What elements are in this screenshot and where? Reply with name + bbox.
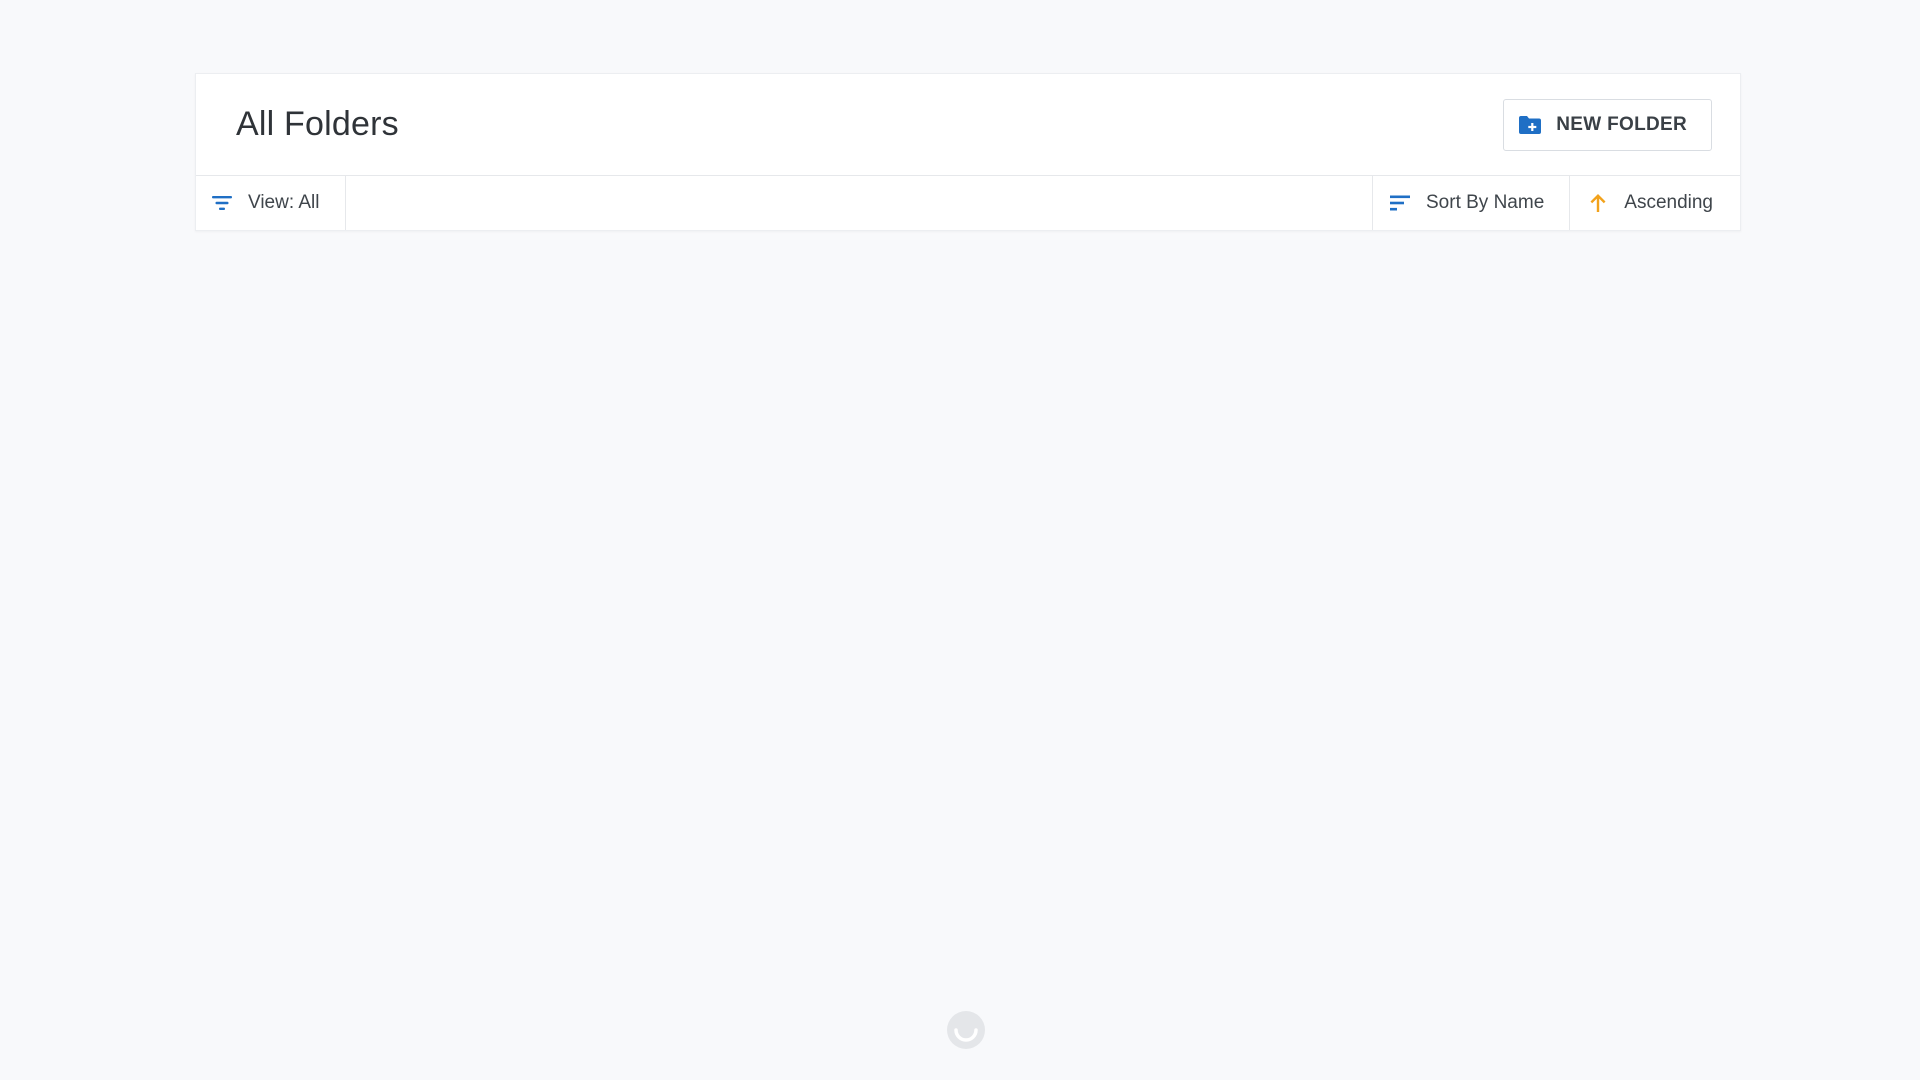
sort-direction-button[interactable]: Ascending (1570, 176, 1740, 230)
filter-icon (211, 193, 233, 213)
panel-header: All Folders NEW FOLDER (196, 74, 1740, 176)
page: All Folders NEW FOLDER View: All Sort By… (0, 0, 1920, 1080)
new-folder-button[interactable]: NEW FOLDER (1503, 98, 1712, 151)
sort-by-button[interactable]: Sort By Name (1372, 176, 1571, 230)
new-folder-label: NEW FOLDER (1556, 113, 1687, 135)
toolbar: View: All Sort By Name Ascending (196, 176, 1740, 230)
loading-spinner-icon (947, 1011, 985, 1049)
sort-direction-label: Ascending (1624, 192, 1713, 213)
page-title: All Folders (236, 105, 399, 143)
view-filter-label: View: All (248, 192, 320, 213)
sort-by-label: Sort By Name (1426, 192, 1545, 213)
arrow-up-icon (1587, 193, 1609, 213)
folders-panel: All Folders NEW FOLDER View: All Sort By… (195, 73, 1741, 231)
folder-plus-icon (1518, 115, 1542, 135)
view-filter-button[interactable]: View: All (196, 176, 347, 230)
sort-lines-icon (1389, 193, 1411, 213)
